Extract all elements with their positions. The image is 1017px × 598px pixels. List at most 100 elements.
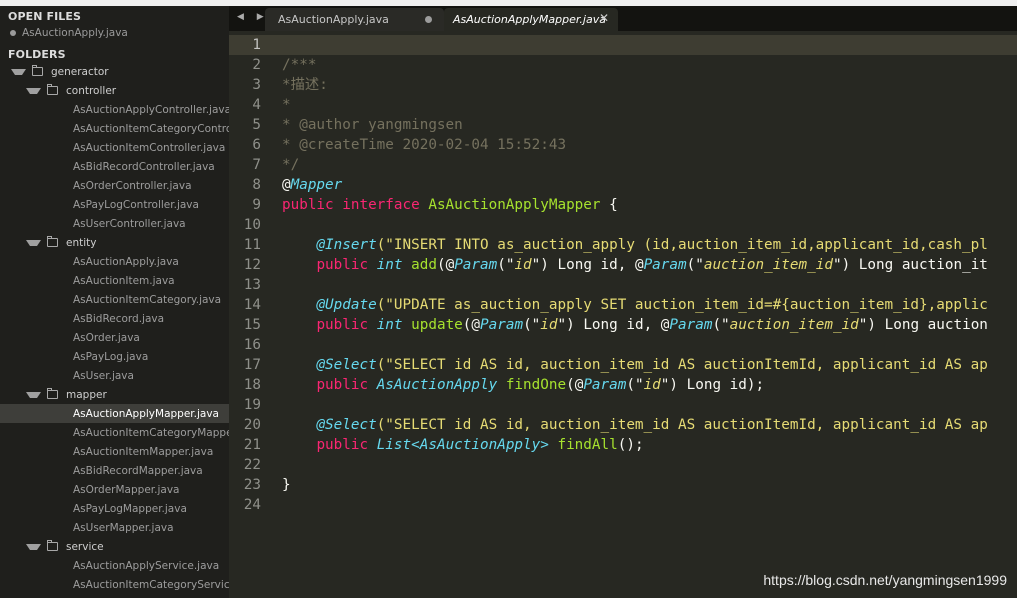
tree-item-label: controller [66, 84, 117, 97]
code-line[interactable]: 18 public AsAuctionApply findOne(@Param(… [229, 375, 764, 395]
unsaved-dot-icon[interactable] [425, 16, 432, 23]
chevron-down-icon[interactable] [11, 68, 26, 75]
line-number: 17 [243, 357, 261, 373]
code-line[interactable]: 11 @Insert("INSERT INTO as_auction_apply… [229, 235, 988, 255]
line-number: 7 [252, 157, 261, 173]
line-number: 11 [243, 237, 261, 253]
code-line[interactable]: 4 * [229, 95, 290, 115]
code-line[interactable]: 12 public int add(@Param("id") Long id, … [229, 255, 988, 275]
code-line[interactable]: 7 */ [229, 155, 299, 175]
code-line[interactable]: 14 @Update("UPDATE as_auction_apply SET … [229, 295, 988, 315]
code-editor[interactable]: 1 2/*** 3 *描述: 4 * 5 * @author yangmingsen 6 * @c… [229, 31, 1017, 598]
open-file-item[interactable]: AsAuctionApply.java [10, 27, 128, 39]
tab-asauctionapply[interactable]: AsAuctionApply.java [265, 8, 444, 31]
code-line[interactable]: 5 * @author yangmingsen [229, 115, 462, 135]
code-line[interactable]: 22 [229, 455, 282, 475]
code-token: Param [643, 257, 687, 273]
tree-item-label: AsAuctionApply.java [73, 255, 179, 268]
tree-file[interactable]: AsAuctionApplyService.java [0, 556, 229, 575]
code-token: ") Long id, @ [531, 257, 644, 273]
chevron-down-icon[interactable] [26, 239, 41, 246]
tree-folder[interactable]: controller [0, 81, 229, 100]
code-line[interactable]: 1 [229, 35, 282, 55]
code-line[interactable]: 3 *描述: [229, 75, 327, 95]
code-token: @ [282, 177, 291, 193]
watermark: https://blog.csdn.net/yangmingsen1999 [763, 572, 1007, 588]
code-token: Param [583, 377, 627, 393]
tree-file[interactable]: AsAuctionItemMapper.java [0, 442, 229, 461]
line-number: 16 [243, 337, 261, 353]
tree-file[interactable]: AsAuctionItemCategoryService.java [0, 575, 229, 594]
tree-file[interactable]: AsUserController.java [0, 214, 229, 233]
tree-file[interactable]: AsBidRecordMapper.java [0, 461, 229, 480]
code-line[interactable]: 17 @Select("SELECT id AS id, auction_ite… [229, 355, 988, 375]
line-number: 1 [252, 37, 261, 53]
code-line[interactable]: 9 public interface AsAuctionApplyMapper { [229, 195, 618, 215]
chevron-down-icon[interactable] [26, 87, 41, 94]
code-line[interactable]: 23} [229, 475, 291, 495]
code-line[interactable]: 19 [229, 395, 282, 415]
tree-file[interactable]: AsAuctionApplyController.java [0, 100, 229, 119]
close-icon[interactable]: ✕ [599, 11, 609, 25]
code-line[interactable]: 24 [229, 495, 282, 515]
tree-file[interactable]: AsUser.java [0, 366, 229, 385]
code-token: (); [617, 437, 644, 453]
line-number: 4 [252, 97, 261, 113]
tree-file[interactable]: AsAuctionItemController.java [0, 138, 229, 157]
tree-folder[interactable]: service [0, 537, 229, 556]
tree-file[interactable]: AsOrderController.java [0, 176, 229, 195]
tree-file[interactable]: AsAuctionItemCategory.java [0, 290, 229, 309]
tree-file[interactable]: AsAuctionApply.java [0, 252, 229, 271]
tree-file[interactable]: AsAuctionItem.java [0, 271, 229, 290]
tree-folder[interactable]: generactor [0, 62, 229, 81]
folder-icon [47, 84, 58, 95]
line-number: 5 [252, 117, 261, 133]
tree-item-label: AsOrderMapper.java [73, 483, 180, 496]
tree-item-label: AsAuctionItemCategoryMapper.java [73, 426, 229, 439]
code-line[interactable]: 10 [229, 215, 282, 235]
code-line[interactable]: 6 * @createTime 2020-02-04 15:52:43 [229, 135, 566, 155]
code-line[interactable]: 20 @Select("SELECT id AS id, auction_ite… [229, 415, 988, 435]
tree-file[interactable]: AsAuctionItemCategoryController.java [0, 119, 229, 138]
tree-file[interactable]: AsAuctionItemCategoryMapper.java [0, 423, 229, 442]
tree-file[interactable]: AsUserMapper.java [0, 518, 229, 537]
code-line[interactable]: 16 [229, 335, 282, 355]
chevron-down-icon[interactable] [26, 543, 41, 550]
tab-nav-arrows-icon[interactable]: ◀ ▶ [237, 12, 269, 22]
code-token: { [600, 197, 618, 213]
code-line[interactable]: 2 /*** [229, 55, 316, 75]
tree-folder[interactable]: entity [0, 233, 229, 252]
tab-asauctionapplymapper[interactable]: AsAuctionApplyMapper.java ✕ [444, 8, 618, 31]
tree-file[interactable]: AsPayLogController.java [0, 195, 229, 214]
tree-item-label: AsAuctionItemMapper.java [73, 445, 214, 458]
code-token: int [376, 257, 403, 273]
code-line[interactable]: 8 @Mapper [229, 175, 342, 195]
tree-file[interactable]: AsBidRecordController.java [0, 157, 229, 176]
line-number: 18 [243, 377, 261, 393]
tree-file[interactable]: AsOrder.java [0, 328, 229, 347]
tree-file[interactable]: AsPayLog.java [0, 347, 229, 366]
code-token: @Insert [316, 237, 377, 253]
line-number: 22 [243, 457, 261, 473]
tree-file[interactable]: AsAuctionApplyMapper.java [0, 404, 229, 423]
tree-file[interactable]: AsPayLogMapper.java [0, 499, 229, 518]
code-line[interactable]: 13 [229, 275, 282, 295]
code-line[interactable]: 15 public int update(@Param("id") Long i… [229, 315, 988, 335]
line-number: 3 [252, 77, 261, 93]
tree-file[interactable]: AsOrderMapper.java [0, 480, 229, 499]
tree-item-label: AsAuctionItemCategoryController.java [73, 122, 229, 135]
code-line[interactable]: 21 public List<AsAuctionApply> findAll()… [229, 435, 644, 455]
code-token: add [411, 257, 437, 273]
code-token: (" [686, 257, 704, 273]
tree-file[interactable]: AsBidRecord.java [0, 309, 229, 328]
tree-folder[interactable]: mapper [0, 385, 229, 404]
chevron-down-icon[interactable] [26, 391, 41, 398]
tree-item-label: AsBidRecordMapper.java [73, 464, 203, 477]
tree-item-label: AsBidRecord.java [73, 312, 165, 325]
line-number: 20 [243, 417, 261, 433]
code-token: (@ [566, 377, 584, 393]
